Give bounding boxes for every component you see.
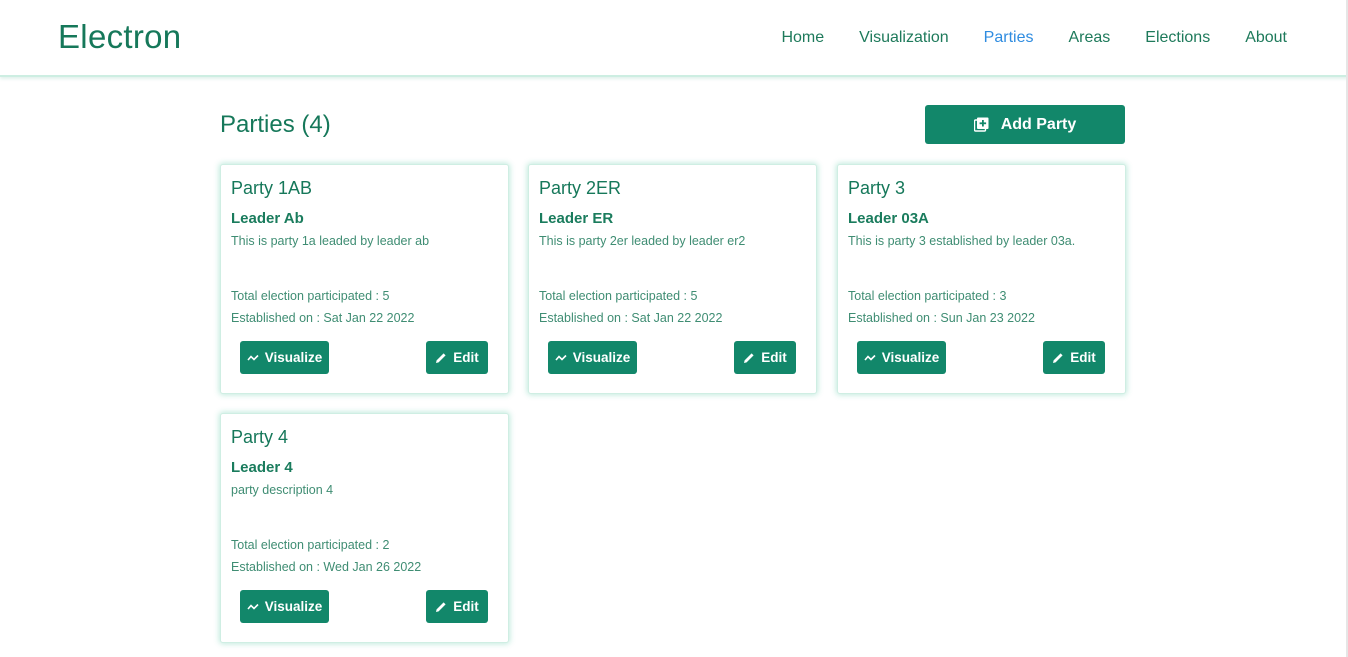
nav-link-about[interactable]: About [1245,28,1287,48]
party-description: This is party 2er leaded by leader er2 [539,234,746,248]
party-description: party description 4 [231,483,334,497]
party-name: Party 3 [848,178,906,198]
nav-links: Home Visualization Parties Areas Electio… [781,28,1287,48]
nav-link-home[interactable]: Home [781,28,824,48]
edit-label: Edit [761,350,787,365]
party-total-elections: Total election participated : 5 [231,289,390,303]
visualize-label: Visualize [264,350,323,365]
visualize-button[interactable]: Visualize [240,341,329,374]
add-box-icon [973,117,989,132]
party-total-elections: Total election participated : 2 [231,538,390,552]
trend-icon [247,603,259,611]
add-party-label: Add Party [1000,115,1077,133]
party-card: Party 1AB Leader Ab This is party 1a lea… [220,164,509,394]
party-card: Party 4 Leader 4 party description 4 Tot… [220,413,509,643]
trend-icon [555,354,567,362]
party-leader: Leader Ab [231,210,304,227]
party-name: Party 2ER [539,178,622,198]
visualize-button[interactable]: Visualize [240,590,329,623]
party-established: Established on : Sun Jan 23 2022 [848,311,1035,325]
party-leader: Leader 4 [231,459,293,476]
edit-button[interactable]: Edit [734,341,796,374]
party-description: This is party 3 established by leader 03… [848,234,1076,248]
party-leader: Leader ER [539,210,614,227]
pencil-icon [435,352,447,364]
party-established: Established on : Sat Jan 22 2022 [231,311,415,325]
party-name: Party 4 [231,427,289,447]
party-total-elections: Total election participated : 5 [539,289,698,303]
nav-link-parties[interactable]: Parties [984,28,1034,48]
visualize-label: Visualize [264,599,323,614]
visualize-label: Visualize [572,350,631,365]
party-established: Established on : Sat Jan 22 2022 [539,311,723,325]
edit-label: Edit [453,350,479,365]
edit-button[interactable]: Edit [426,590,488,623]
add-party-button[interactable]: Add Party [925,105,1125,144]
trend-icon [247,354,259,362]
pencil-icon [743,352,755,364]
party-established: Established on : Wed Jan 26 2022 [231,560,422,574]
pencil-icon [435,601,447,613]
nav-link-elections[interactable]: Elections [1145,28,1210,48]
party-card: Party 3 Leader 03A This is party 3 estab… [837,164,1126,394]
edit-label: Edit [453,599,479,614]
edit-button[interactable]: Edit [426,341,488,374]
edit-button[interactable]: Edit [1043,341,1105,374]
nav-link-visualization[interactable]: Visualization [859,28,949,48]
edit-label: Edit [1070,350,1096,365]
visualize-label: Visualize [881,350,940,365]
party-description: This is party 1a leaded by leader ab [231,234,430,248]
pencil-icon [1052,352,1064,364]
party-card: Party 2ER Leader ER This is party 2er le… [528,164,817,394]
party-total-elections: Total election participated : 3 [848,289,1007,303]
trend-icon [864,354,876,362]
nav-link-areas[interactable]: Areas [1068,28,1110,48]
brand-logo[interactable]: Electron [58,18,181,56]
party-leader: Leader 03A [848,210,929,227]
party-name: Party 1AB [231,178,313,198]
page-title: Parties (4) [220,111,331,138]
visualize-button[interactable]: Visualize [857,341,946,374]
visualize-button[interactable]: Visualize [548,341,637,374]
top-navbar: Electron Home Visualization Parties Area… [0,0,1348,77]
